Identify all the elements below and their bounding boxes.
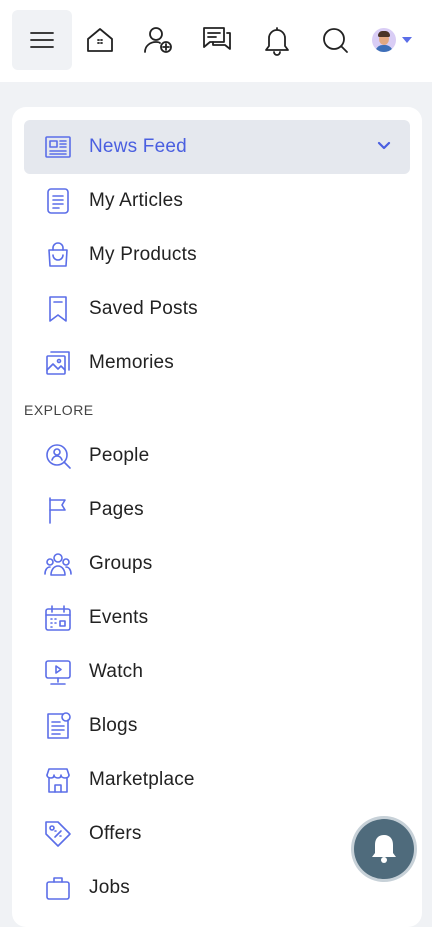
- sidebar-item-label: Offers: [89, 823, 142, 844]
- sidebar-panel: News Feed My Articles My Products Saved …: [12, 107, 422, 927]
- photos-icon: [42, 347, 74, 379]
- sidebar-item-label: Jobs: [89, 877, 130, 898]
- sidebar-item-my-articles[interactable]: My Articles: [24, 174, 410, 228]
- calendar-icon: [42, 602, 74, 634]
- sidebar-item-label: Pages: [89, 499, 144, 520]
- chat-icon: [203, 27, 231, 50]
- sidebar-item-people[interactable]: People: [24, 429, 410, 483]
- sidebar-item-label: People: [89, 445, 150, 466]
- friends-button[interactable]: [128, 10, 188, 70]
- video-play-icon: [42, 656, 74, 688]
- search-button[interactable]: [305, 10, 365, 70]
- tag-icon: [42, 818, 74, 850]
- bell-icon: [372, 835, 396, 863]
- sidebar-item-label: Groups: [89, 553, 153, 574]
- group-icon: [42, 548, 74, 580]
- explore-section-label: EXPLORE: [24, 402, 94, 418]
- messages-button[interactable]: [187, 10, 247, 70]
- sidebar-item-blogs[interactable]: Blogs: [24, 699, 410, 753]
- sidebar-item-memories[interactable]: Memories: [24, 336, 410, 390]
- sidebar-item-events[interactable]: Events: [24, 591, 410, 645]
- search-icon: [323, 28, 348, 53]
- sidebar-item-label: Memories: [89, 352, 175, 373]
- sidebar-item-marketplace[interactable]: Marketplace: [24, 753, 410, 807]
- notifications-button[interactable]: [247, 10, 307, 70]
- sidebar-item-jobs[interactable]: Jobs: [24, 861, 410, 915]
- sidebar-item-label: Watch: [89, 661, 144, 682]
- sidebar-item-label: My Products: [89, 244, 197, 265]
- briefcase-icon: [42, 872, 74, 904]
- blog-icon: [42, 710, 74, 742]
- sidebar-item-groups[interactable]: Groups: [24, 537, 410, 591]
- sidebar-item-label: My Articles: [89, 190, 184, 211]
- bookmark-icon: [42, 293, 74, 325]
- home-icon: [87, 28, 113, 52]
- sidebar-item-pages[interactable]: Pages: [24, 483, 410, 537]
- menu-button[interactable]: [12, 10, 72, 70]
- sidebar-item-offers[interactable]: Offers: [24, 807, 410, 861]
- sidebar-item-my-products[interactable]: My Products: [24, 228, 410, 282]
- sidebar-item-label: Marketplace: [89, 769, 195, 790]
- chevron-down-icon: [402, 37, 412, 43]
- chevron-down-icon[interactable]: [376, 138, 392, 154]
- menu-icon: [30, 32, 54, 48]
- bell-icon: [265, 27, 289, 56]
- avatar: [372, 28, 396, 52]
- newspaper-icon: [42, 131, 74, 163]
- store-icon: [42, 764, 74, 796]
- sidebar-item-news-feed[interactable]: News Feed: [24, 120, 410, 174]
- shopping-bag-icon: [42, 239, 74, 271]
- account-menu-button[interactable]: [362, 10, 422, 70]
- notifications-fab-button[interactable]: [354, 819, 414, 879]
- top-navigation-bar: [0, 0, 432, 82]
- sidebar-item-label: News Feed: [89, 136, 187, 157]
- people-search-icon: [42, 440, 74, 472]
- sidebar-item-label: Saved Posts: [89, 298, 198, 319]
- flag-icon: [42, 494, 74, 526]
- sidebar-item-watch[interactable]: Watch: [24, 645, 410, 699]
- article-icon: [42, 185, 74, 217]
- sidebar-item-label: Events: [89, 607, 149, 628]
- sidebar-item-saved-posts[interactable]: Saved Posts: [24, 282, 410, 336]
- friends-icon: [144, 27, 172, 53]
- sidebar-item-label: Blogs: [89, 715, 138, 736]
- home-button[interactable]: [70, 10, 130, 70]
